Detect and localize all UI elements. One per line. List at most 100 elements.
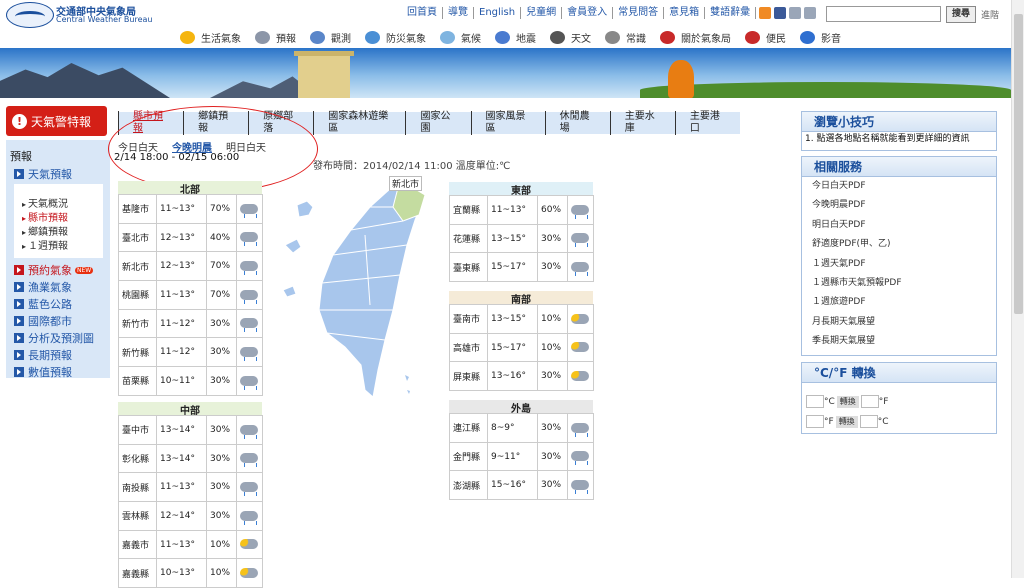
top-link[interactable]: 兒童網 [521, 7, 563, 19]
sidebar-item-fishery[interactable]: 漁業氣象 [14, 279, 72, 295]
service-link[interactable]: １週縣市天氣預報PDF [802, 274, 996, 293]
service-link[interactable]: 月長期天氣展望 [802, 313, 996, 332]
celsius-output[interactable] [859, 415, 878, 428]
fahrenheit-input[interactable] [806, 415, 824, 428]
top-link[interactable]: 回首頁 [402, 7, 443, 19]
sidebar-item-forecast[interactable]: 天氣預報 [14, 166, 72, 182]
weather-cell [567, 252, 594, 283]
table-row: 雲林縣 12~14° 30% [118, 501, 263, 531]
top-link[interactable]: 會員登入 [562, 7, 614, 19]
service-link[interactable]: 季長期天氣展望 [802, 332, 996, 351]
service-link[interactable]: 明日白天PDF [802, 216, 996, 235]
service-link[interactable]: １週旅遊PDF [802, 293, 996, 312]
city-link[interactable]: 臺中市 [118, 415, 157, 445]
tab[interactable]: 國家風景區 [470, 111, 545, 135]
sidebar-item-reservation[interactable]: 預約氣象 NEW [14, 262, 94, 278]
tab[interactable]: 主要港口 [674, 111, 740, 135]
city-link[interactable]: 高雄市 [449, 332, 488, 363]
tab[interactable]: 國家森林遊樂區 [313, 111, 405, 135]
facebook-icon[interactable] [774, 7, 787, 19]
convert-button[interactable]: 轉換 [835, 415, 858, 428]
weather-warning-button[interactable]: ! 天氣警特報 [6, 106, 107, 136]
city-link[interactable]: 雲林縣 [118, 501, 157, 531]
region-table: 臺南市 13~15° 10% 高雄市 15~17° 10% 屏東縣 13~16° 30% [449, 304, 594, 392]
search-button[interactable]: 搜尋 [946, 6, 976, 23]
cloudy-rain-icon [240, 318, 258, 333]
nav-item[interactable]: 影音 [800, 28, 841, 46]
nav-item[interactable]: 常識 [605, 28, 646, 46]
sidebar-item-analysis[interactable]: 分析及預測圖 [14, 330, 94, 346]
fahrenheit-output[interactable] [860, 395, 879, 408]
city-link[interactable]: 新北市 [118, 251, 157, 282]
nav-item[interactable]: 生活氣象 [180, 28, 241, 46]
city-link[interactable]: 澎湖縣 [449, 470, 488, 501]
nav-item[interactable]: 地震 [495, 28, 536, 46]
city-link[interactable]: 桃園縣 [118, 280, 157, 310]
weather-cell [236, 529, 263, 560]
phone-icon[interactable] [804, 7, 817, 19]
city-link[interactable]: 宜蘭縣 [449, 195, 488, 225]
top-link[interactable]: 雙語辭彙 [705, 7, 757, 19]
tab[interactable]: 主要水庫 [609, 111, 675, 135]
tab[interactable]: 國家公園 [405, 111, 470, 135]
service-link[interactable]: １週天氣PDF [802, 255, 996, 274]
top-link[interactable]: 常見問答 [613, 7, 665, 19]
nav-item[interactable]: 便民 [745, 28, 786, 46]
sidebar-subitem[interactable]: １週預報 [22, 237, 68, 252]
top-link[interactable]: English [474, 7, 522, 19]
region-table: 基隆市 11~13° 70% 臺北市 12~13° 40% 新北市 12~13° 70% 桃園縣 1… [118, 194, 263, 396]
service-link[interactable]: 今日白天PDF [802, 177, 996, 196]
city-link[interactable]: 屏東縣 [449, 361, 488, 392]
sidebar-item-international[interactable]: 國際都市 [14, 313, 72, 329]
logo-title-en[interactable]: Central Weather Bureau [56, 15, 152, 24]
city-link[interactable]: 嘉義市 [118, 529, 157, 560]
top-link[interactable]: 導覽 [443, 7, 474, 19]
top-link[interactable]: 意見箱 [664, 7, 706, 19]
city-link[interactable]: 臺北市 [118, 222, 157, 253]
sidebar-subitem[interactable]: 天氣概況 [22, 195, 68, 210]
nav-item[interactable]: 天文 [550, 28, 591, 46]
scrollbar-thumb[interactable] [1014, 14, 1023, 314]
city-link[interactable]: 新竹縣 [118, 337, 157, 368]
city-link[interactable]: 金門縣 [449, 441, 488, 472]
table-row: 臺東縣 15~17° 30% [449, 252, 594, 283]
service-link[interactable]: 舒適度PDF(甲、乙) [802, 235, 996, 254]
nav-item[interactable]: 關於氣象局 [660, 28, 731, 46]
region-header: 北部 [118, 181, 262, 196]
nav-item-label: 影音 [821, 33, 841, 45]
celsius-input[interactable] [806, 395, 824, 408]
service-link[interactable]: 今晚明晨PDF [802, 196, 996, 215]
sidebar-item-numerical[interactable]: 數值預報 [14, 364, 72, 380]
sidebar-subitem[interactable]: 鄉鎮預報 [22, 223, 68, 238]
nav-item[interactable]: 防災氣象 [365, 28, 426, 46]
nav-item[interactable]: 觀測 [310, 28, 351, 46]
table-row: 臺南市 13~15° 10% [449, 304, 594, 334]
tab[interactable]: 休閒農場 [544, 111, 610, 135]
city-link[interactable]: 彰化縣 [118, 443, 157, 474]
mobile-icon[interactable] [789, 7, 802, 19]
convert-button[interactable]: 轉換 [836, 395, 859, 408]
advanced-search-link[interactable]: 進階 [981, 8, 999, 21]
temperature: 15~16° [487, 470, 538, 501]
taiwan-map[interactable] [275, 175, 450, 405]
city-link[interactable]: 花蓮縣 [449, 223, 488, 254]
map-label-new-taipei[interactable]: 新北市 [389, 176, 423, 191]
city-link[interactable]: 連江縣 [449, 413, 488, 443]
city-link[interactable]: 新竹市 [118, 308, 157, 339]
sidebar-item-blue-highway[interactable]: 藍色公路 [14, 296, 72, 312]
city-link[interactable]: 南投縣 [118, 472, 157, 503]
nav-item[interactable]: 預報 [255, 28, 296, 46]
nav-item[interactable]: 氣候 [440, 28, 481, 46]
scrollbar[interactable] [1011, 0, 1024, 578]
sidebar-subitem-active[interactable]: 縣市預報 [22, 209, 68, 224]
city-link[interactable]: 嘉義縣 [118, 558, 157, 588]
cwb-logo-icon[interactable] [6, 2, 54, 28]
search-input[interactable] [826, 6, 941, 22]
city-link[interactable]: 臺東縣 [449, 252, 488, 283]
city-link[interactable]: 苗栗縣 [118, 366, 157, 396]
arrow-box-icon [14, 265, 24, 275]
rss-icon[interactable] [759, 7, 772, 19]
city-link[interactable]: 臺南市 [449, 304, 488, 334]
sidebar-item-long-range[interactable]: 長期預報 [14, 347, 72, 363]
city-link[interactable]: 基隆市 [118, 194, 157, 224]
